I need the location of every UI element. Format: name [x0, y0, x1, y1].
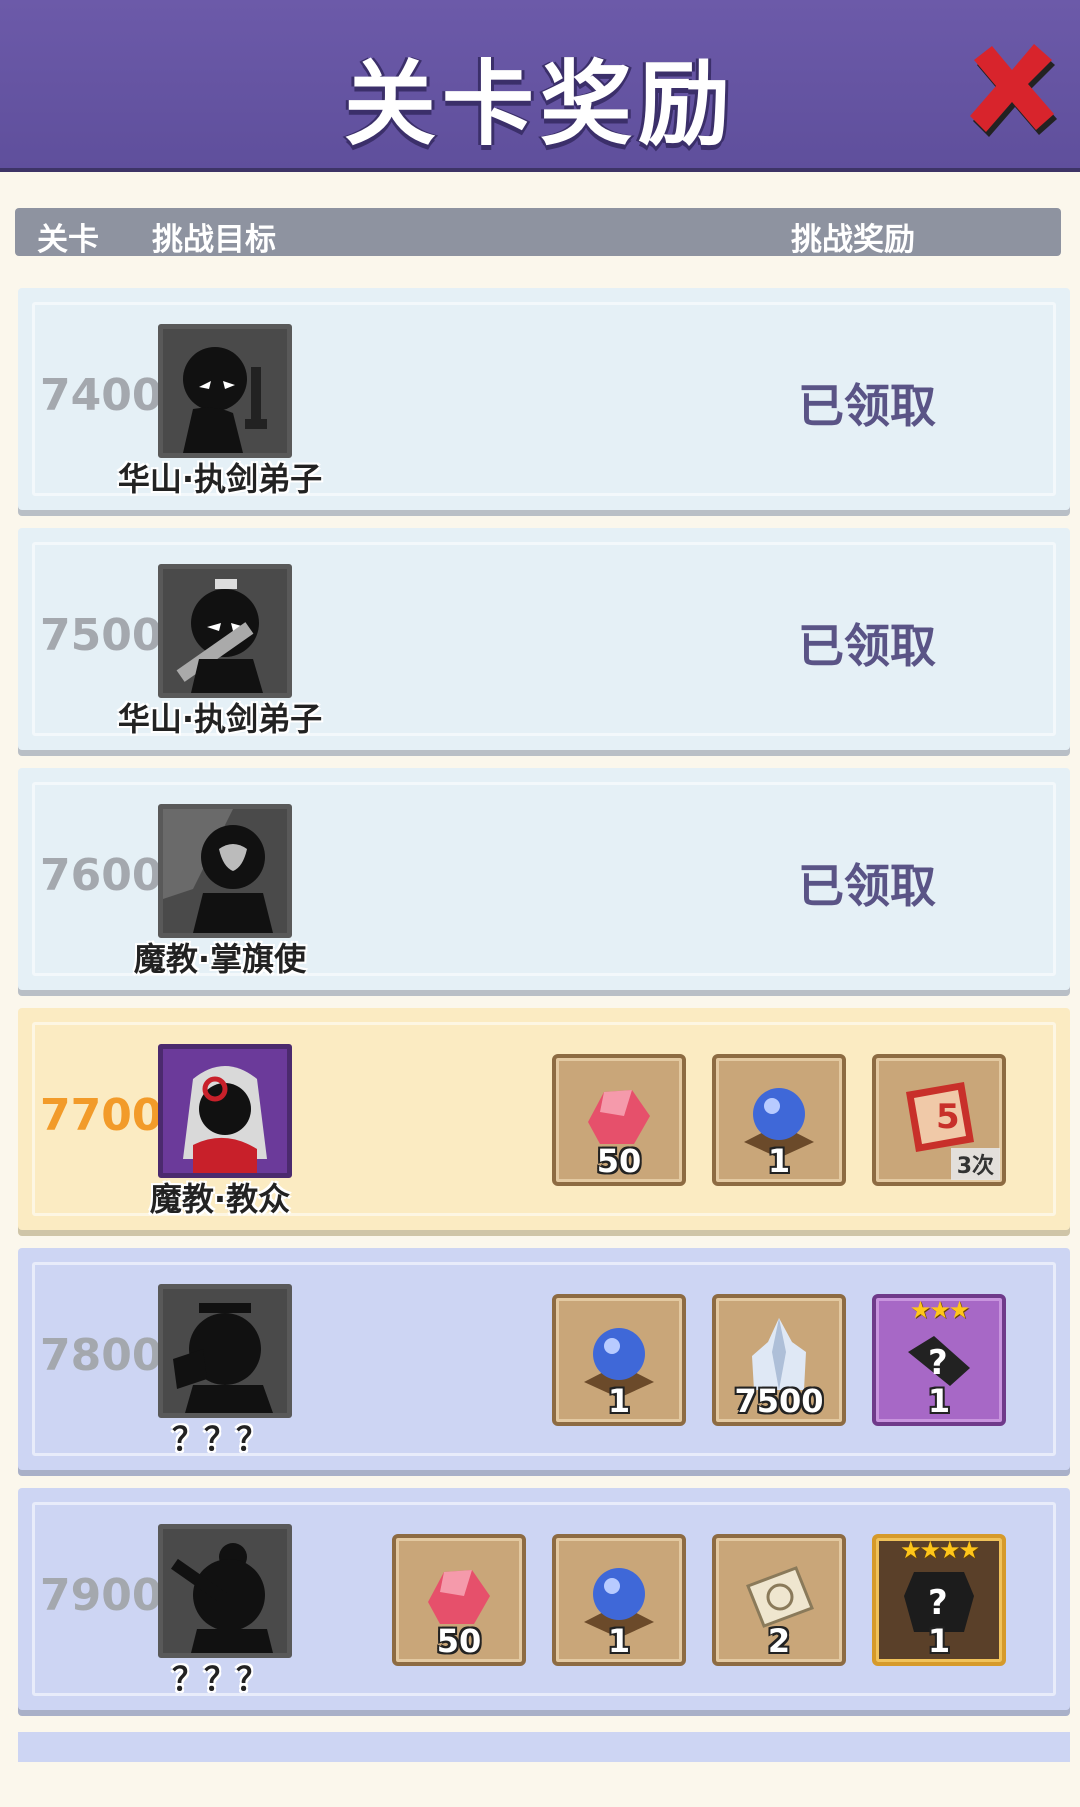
unknown-enemy-silhouette-icon: [163, 1289, 287, 1413]
reward-voucher[interactable]: 5 3次: [872, 1054, 1006, 1186]
reward-mystery-weapon[interactable]: ★★★ ? 1: [872, 1294, 1006, 1426]
claimed-status: 已领取: [798, 859, 936, 913]
title-bar: 关卡奖励: [0, 0, 1080, 172]
unknown-enemy-silhouette-icon: [163, 1529, 287, 1653]
svg-text:5: 5: [936, 1097, 960, 1137]
flag-bearer-silhouette-icon: [163, 809, 287, 933]
level-row-7400: 7400 华山·执剑弟子 已领取: [18, 288, 1070, 510]
level-number: 7800: [40, 1330, 163, 1381]
claimed-status: 已领取: [798, 619, 936, 673]
level-number: 7900: [40, 1570, 163, 1621]
reward-quantity: 50: [596, 1142, 642, 1180]
reward-mystery-armor[interactable]: ★★★★ ? 1: [872, 1534, 1006, 1666]
enemy-portrait: [158, 564, 292, 698]
reward-quantity: 50: [436, 1622, 482, 1660]
reward-quantity: 1: [927, 1382, 951, 1420]
header-target: 挑战目标: [152, 222, 276, 258]
header-reward: 挑战奖励: [791, 222, 915, 258]
enemy-name: 华山·执剑弟子: [117, 700, 323, 738]
column-header: 关卡 挑战目标 挑战奖励: [15, 208, 1061, 258]
enemy-portrait: [158, 324, 292, 458]
reward-quantity: 1: [607, 1622, 631, 1660]
enemy-portrait: [158, 804, 292, 938]
reward-times: 3次: [950, 1148, 1000, 1180]
enemy-portrait: [158, 1284, 292, 1418]
header-level: 关卡: [37, 222, 99, 258]
reward-silver-crystal[interactable]: 7500: [712, 1294, 846, 1426]
reward-quantity: 1: [767, 1142, 791, 1180]
level-number: 7400: [40, 370, 163, 421]
svg-text:?: ?: [928, 1343, 948, 1383]
enemy-portrait: [158, 1524, 292, 1658]
reward-quantity: 2: [767, 1622, 791, 1660]
reward-blue-orb[interactable]: 1: [712, 1054, 846, 1186]
reward-blue-orb[interactable]: 1: [552, 1294, 686, 1426]
enemy-name: 魔教·教众: [149, 1180, 291, 1218]
next-row-partial: [18, 1732, 1070, 1762]
level-row-7900: 7900 ？？？ 50 1 2 ★★★★ ? 1: [18, 1488, 1070, 1710]
level-row-7500: 7500 华山·执剑弟子 已领取: [18, 528, 1070, 750]
cult-member-icon: [163, 1049, 287, 1173]
close-icon: [970, 44, 1057, 137]
reward-quantity: 1: [927, 1622, 951, 1660]
enemy-name: 魔教·掌旗使: [133, 940, 307, 978]
page-title: 关卡奖励: [343, 51, 736, 158]
reward-quantity: 1: [607, 1382, 631, 1420]
level-number: 7700: [40, 1090, 163, 1141]
swordsman-silhouette-icon: [163, 329, 287, 453]
enemy-name: ？？？: [171, 1420, 268, 1458]
level-row-7800: 7800 ？？？ 1 7500 ★★★ ? 1: [18, 1248, 1070, 1470]
claimed-status: 已领取: [798, 379, 936, 433]
svg-text:?: ?: [928, 1583, 948, 1623]
level-row-7700: 7700 魔教·教众 50 1 5 3次: [18, 1008, 1070, 1230]
enemy-portrait: [158, 1044, 292, 1178]
reward-red-gem[interactable]: 50: [552, 1054, 686, 1186]
reward-quantity: 7500: [734, 1382, 824, 1420]
reward-scroll[interactable]: 2: [712, 1534, 846, 1666]
reward-red-gem[interactable]: 50: [392, 1534, 526, 1666]
swordsman-silhouette-icon: [163, 569, 287, 693]
enemy-name: ？？？: [171, 1660, 268, 1698]
level-row-7600: 7600 魔教·掌旗使 已领取: [18, 768, 1070, 990]
enemy-name: 华山·执剑弟子: [117, 460, 323, 498]
close-button[interactable]: [962, 38, 1062, 138]
level-number: 7500: [40, 610, 163, 661]
level-number: 7600: [40, 850, 163, 901]
reward-blue-orb[interactable]: 1: [552, 1534, 686, 1666]
